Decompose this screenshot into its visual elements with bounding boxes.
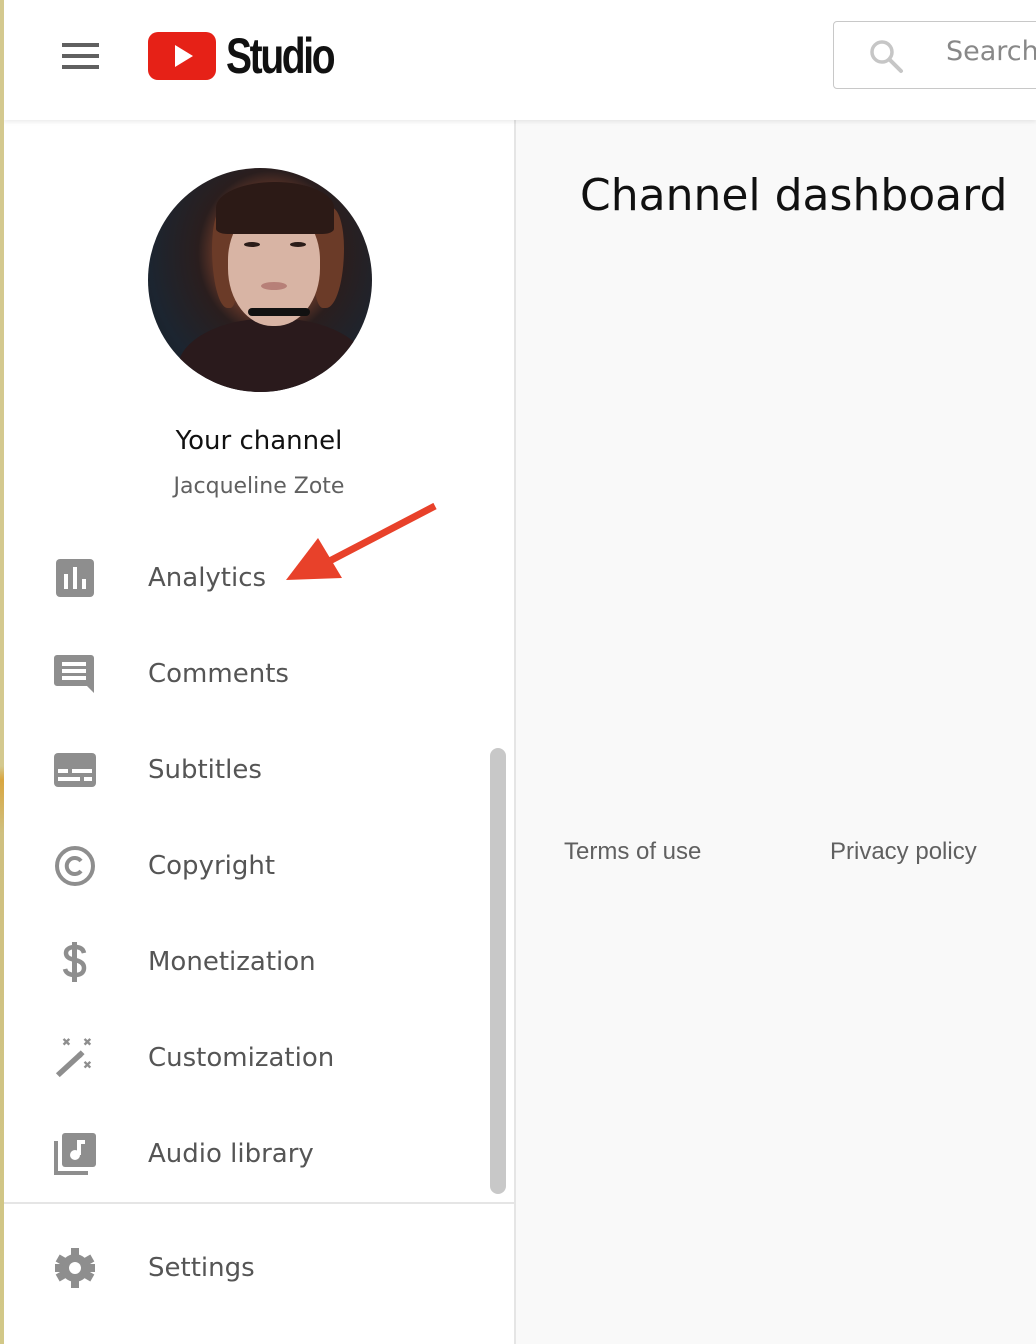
hamburger-menu-icon: [61, 43, 99, 47]
audio-library-icon: [54, 1133, 96, 1175]
copyright-icon: [54, 845, 96, 887]
sidebar-item-subtitles[interactable]: Subtitles: [4, 734, 484, 806]
sidebar-item-audio-library[interactable]: Audio library: [4, 1118, 484, 1190]
sidebar-item-label: Analytics: [148, 563, 267, 593]
sidebar-item-settings[interactable]: Settings: [4, 1232, 484, 1304]
sidebar-divider: [4, 1202, 514, 1204]
sidebar-item-label: Customization: [148, 1043, 335, 1073]
dollar-icon: [54, 941, 96, 983]
sidebar-item-label: Copyright: [148, 851, 276, 881]
search-icon[interactable]: [868, 38, 904, 74]
sidebar: Your channel Jacqueline Zote Analytics C…: [4, 120, 516, 1344]
sidebar-item-label: Monetization: [148, 947, 316, 977]
window-edge: [0, 0, 4, 1344]
sidebar-item-label: Subtitles: [148, 755, 262, 785]
page-title: Channel dashboard: [580, 170, 1008, 221]
top-app-bar: Studio: [4, 0, 1036, 120]
sidebar-item-customization[interactable]: Customization: [4, 1022, 484, 1094]
comment-icon: [54, 653, 96, 695]
red-arrow-annotation: [286, 502, 437, 580]
terms-of-use-link[interactable]: Terms of use: [564, 838, 701, 866]
youtube-play-icon: [148, 32, 216, 80]
channel-avatar[interactable]: [148, 168, 372, 392]
sidebar-item-comments[interactable]: Comments: [4, 638, 484, 710]
search-box[interactable]: [833, 21, 1036, 89]
search-input[interactable]: [946, 36, 1036, 67]
sidebar-item-label: Comments: [148, 659, 289, 689]
sidebar-item-label: Settings: [148, 1253, 255, 1283]
hamburger-menu-button[interactable]: [54, 36, 106, 76]
logo-text: Studio: [226, 28, 336, 84]
youtube-studio-logo[interactable]: Studio: [148, 28, 364, 84]
sidebar-item-monetization[interactable]: Monetization: [4, 926, 484, 998]
sidebar-item-label: Audio library: [148, 1139, 314, 1169]
magic-wand-icon: [54, 1037, 96, 1079]
sidebar-scrollbar[interactable]: [490, 748, 506, 1194]
privacy-policy-link[interactable]: Privacy policy: [830, 838, 977, 866]
channel-name: Jacqueline Zote: [173, 474, 345, 499]
subtitles-icon: [54, 749, 96, 791]
analytics-bar-chart-icon: [54, 557, 96, 599]
gear-icon: [54, 1247, 96, 1289]
sidebar-item-copyright[interactable]: Copyright: [4, 830, 484, 902]
your-channel-link[interactable]: Your channel: [4, 426, 514, 456]
